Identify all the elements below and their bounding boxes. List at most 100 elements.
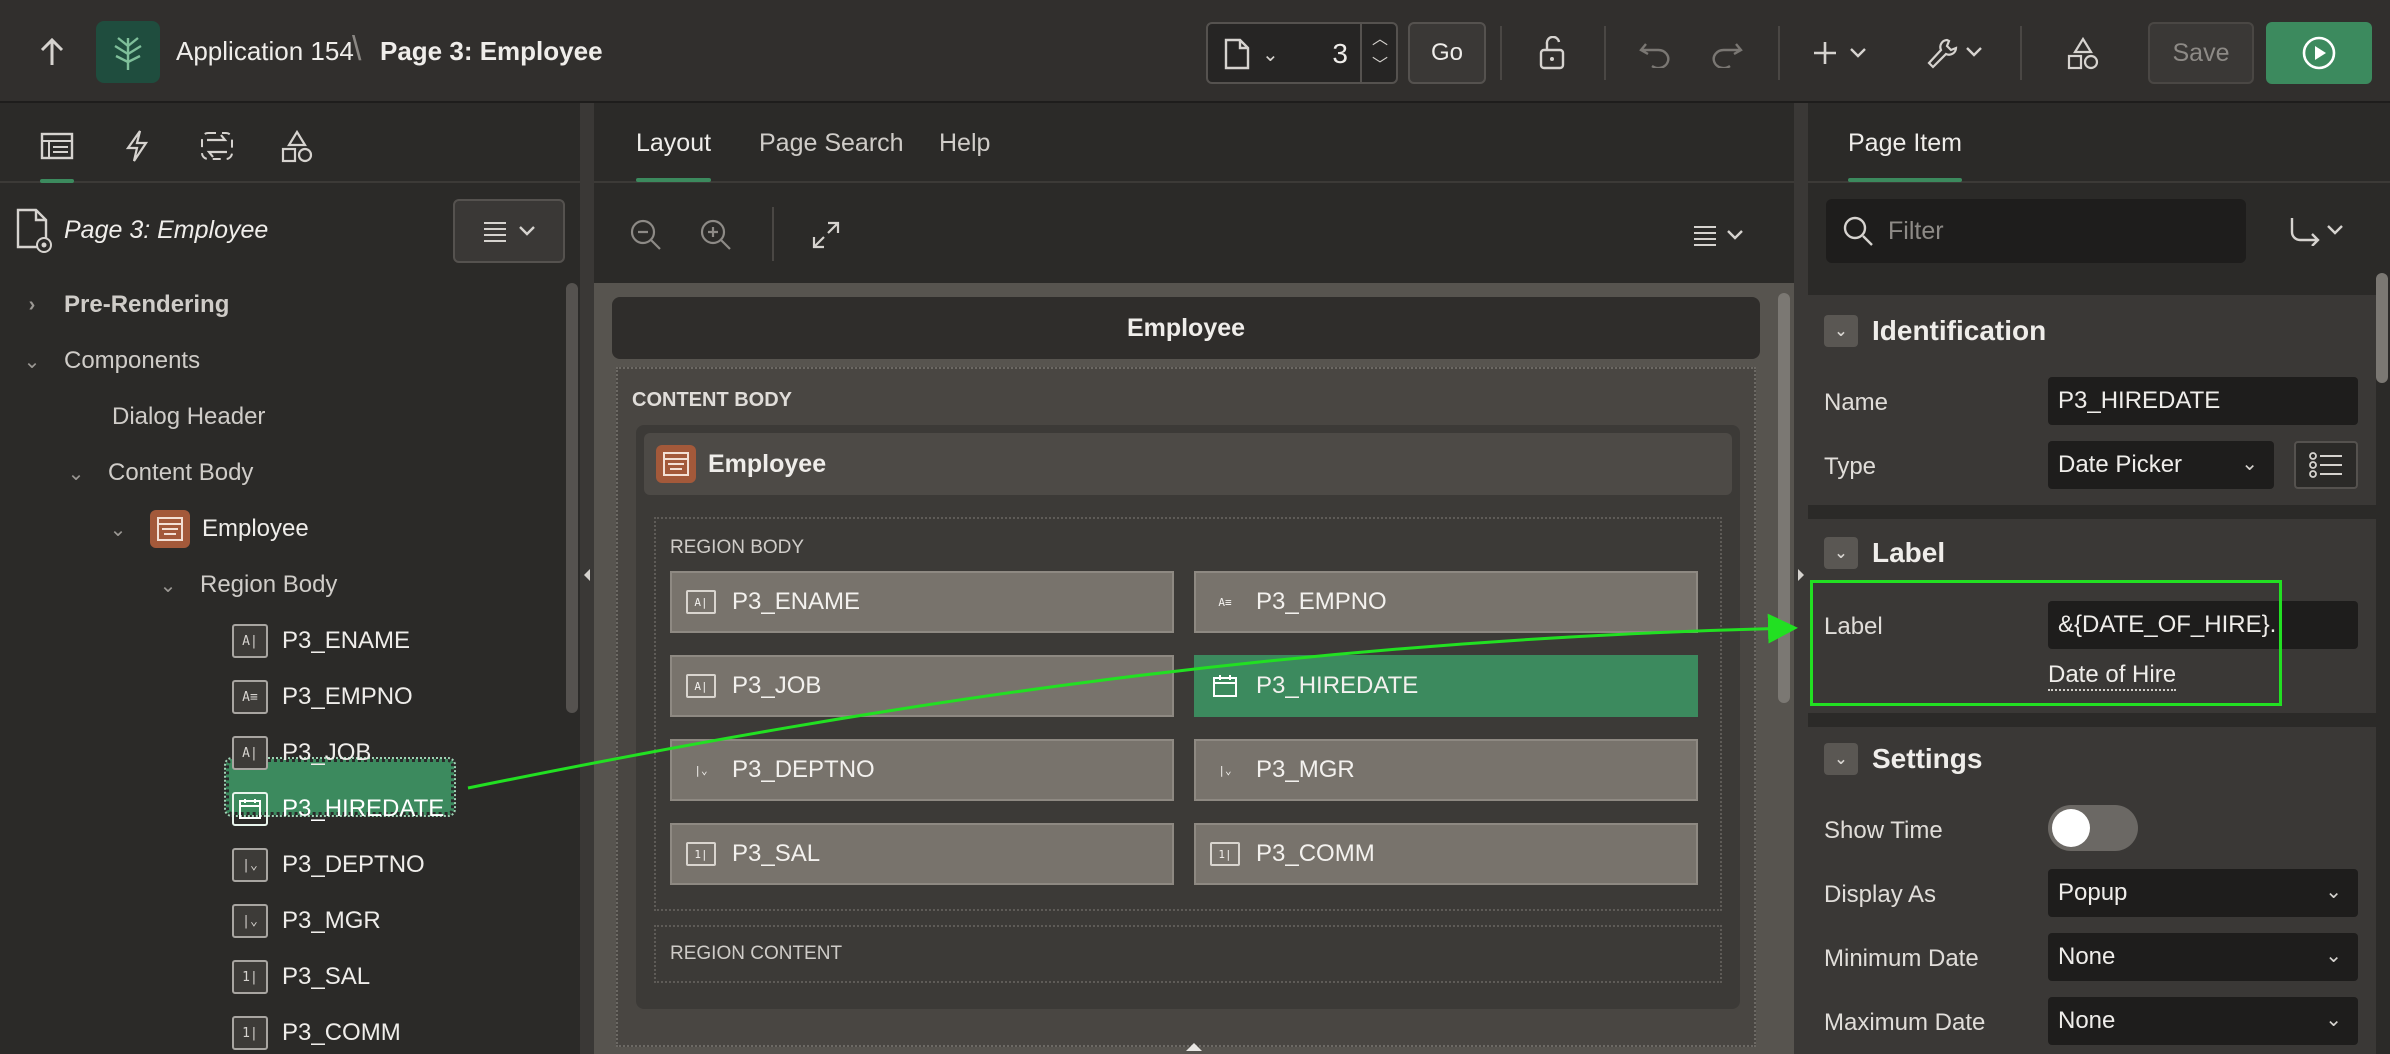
chevron-down-icon[interactable]: ⌄ [1824,537,1858,569]
page-selector[interactable]: ⌄ 3 ︿ ﹀ [1206,22,1398,84]
chevron-up-icon[interactable]: ︿ [1372,27,1388,53]
settings-header[interactable]: ⌄ Settings [1824,739,1982,779]
zoom-out-icon[interactable] [622,211,670,259]
chevron-right-icon[interactable]: › [20,294,44,317]
page-icon[interactable] [1224,38,1250,75]
show-time-toggle[interactable] [2048,805,2138,851]
tree-node-components[interactable]: ⌄ Components [20,339,200,383]
create-menu-button[interactable] [1808,28,1878,78]
expand-icon[interactable] [802,211,850,259]
go-button[interactable]: Go [1408,22,1486,84]
chevron-down-icon[interactable]: ⌄ [20,349,44,374]
region-body-slot[interactable]: REGION BODY A| P3_ENAME A≡ P3_EMPNO A| P… [654,517,1722,911]
right-splitter[interactable] [1794,103,1808,1054]
chevron-down-icon[interactable]: ⌄ [2325,879,2342,904]
type-list-button[interactable] [2294,441,2358,489]
page-number-stepper[interactable]: ︿ ﹀ [1360,24,1398,82]
property-scrollbar[interactable] [2376,273,2388,383]
tab-help[interactable]: Help [939,129,990,158]
type-select[interactable]: Date Picker ⌄ [2048,441,2274,489]
chevron-down-icon[interactable]: ﹀ [1372,53,1388,79]
property-filter[interactable] [1826,199,2246,263]
chevron-down-icon[interactable]: ⌄ [2325,1007,2342,1032]
maximum-date-select[interactable]: None ⌄ [2048,997,2358,1045]
undo-icon[interactable] [1630,28,1680,78]
left-splitter[interactable] [580,103,594,1054]
chevron-down-icon[interactable]: ⌄ [1262,42,1279,67]
tab-page-search[interactable]: Page Search [759,129,904,158]
up-arrow-icon[interactable] [30,30,74,74]
chevron-down-icon[interactable]: ⌄ [1824,743,1858,775]
layout-item-p3-comm[interactable]: 1| P3_COMM [1194,823,1698,885]
tree-node-employee[interactable]: ⌄ Employee [106,507,309,551]
canvas-scrollbar[interactable] [1778,293,1790,703]
layout-menu-button[interactable] [1690,211,1754,259]
region-content-slot[interactable]: REGION CONTENT [654,925,1722,983]
employee-region-header[interactable]: Employee [644,433,1732,495]
right-pane-tabs: Page Item [1808,103,2390,183]
app-name-link[interactable]: Application 154 [176,36,354,67]
layout-canvas[interactable]: Employee CONTENT BODY Employee REGION BO… [594,283,1794,1054]
unlock-icon[interactable] [1528,28,1578,78]
collapse-bottom-icon [1186,1043,1202,1051]
collapse-left-icon [584,569,590,581]
tab-page-item[interactable]: Page Item [1848,129,1962,182]
content-body-slot[interactable]: CONTENT BODY Employee REGION BODY A| P3_… [616,367,1756,1047]
shared-components-tab-icon[interactable] [272,121,322,171]
tab-layout[interactable]: Layout [636,129,712,182]
save-button[interactable]: Save [2148,22,2254,84]
dialog-header-region[interactable]: Employee [612,297,1760,359]
select-list-icon: |⌄ [232,848,268,882]
tree-page-label: Page 3: Employee [64,215,269,244]
tree-item-p3-empno[interactable]: A≡ P3_EMPNO [232,675,413,719]
run-page-button[interactable] [2266,22,2372,84]
left-scrollbar[interactable] [566,283,578,713]
tree-item-p3-ename[interactable]: A| P3_ENAME [232,619,410,663]
tree-node-region-body[interactable]: ⌄ Region Body [156,563,338,607]
chevron-down-icon[interactable]: ⌄ [64,461,88,486]
tree-menu-button[interactable] [453,199,565,263]
app-logo-icon[interactable] [96,21,160,83]
chevron-down-icon[interactable]: ⌄ [2325,943,2342,968]
page-number-input[interactable]: 3 [1308,38,1348,70]
identification-header[interactable]: ⌄ Identification [1824,311,2046,351]
layout-item-p3-empno[interactable]: A≡ P3_EMPNO [1194,571,1698,633]
filter-input[interactable] [1888,216,2228,246]
tree-item-p3-deptno[interactable]: |⌄ P3_DEPTNO [232,843,425,887]
display-as-select[interactable]: Popup ⌄ [2048,869,2358,917]
tree-item-p3-sal[interactable]: 1| P3_SAL [232,955,370,999]
layout-item-p3-job[interactable]: A| P3_JOB [670,655,1174,717]
chevron-down-icon[interactable]: ⌄ [156,573,180,598]
name-field[interactable]: P3_HIREDATE [2048,377,2358,425]
shared-components-icon[interactable] [2058,28,2108,78]
processing-tab-icon[interactable] [192,121,242,171]
dynamic-actions-tab-icon[interactable] [112,121,162,171]
tree-node-dialog-header[interactable]: Dialog Header [112,395,265,439]
layout-item-p3-sal[interactable]: 1| P3_SAL [670,823,1174,885]
number-field-icon: 1| [1210,842,1240,866]
chevron-down-icon[interactable]: ⌄ [106,517,130,542]
layout-item-p3-mgr[interactable]: |⌄ P3_MGR [1194,739,1698,801]
chevron-down-icon[interactable]: ⌄ [2241,451,2258,476]
chevron-down-icon[interactable]: ⌄ [1824,315,1858,347]
tree-item-p3-job[interactable]: A| P3_JOB [232,731,371,775]
layout-item-p3-hiredate[interactable]: P3_HIREDATE [1194,655,1698,717]
breadcrumb-separator: \ [352,30,362,68]
rendering-tab-icon[interactable] [32,121,82,183]
redo-icon[interactable] [1702,28,1752,78]
employee-region[interactable]: Employee REGION BODY A| P3_ENAME A≡ P3_E… [636,425,1740,1009]
layout-item-p3-deptno[interactable]: |⌄ P3_DEPTNO [670,739,1174,801]
utilities-menu-button[interactable] [1922,28,1994,78]
minimum-date-select[interactable]: None ⌄ [2048,933,2358,981]
go-to-group-button[interactable] [2278,205,2358,257]
tree-page-root[interactable]: Page 3: Employee [14,207,268,253]
tree-node-content-body[interactable]: ⌄ Content Body [64,451,254,495]
display-only-icon: A≡ [1218,595,1232,609]
label-header[interactable]: ⌄ Label [1824,533,1945,573]
zoom-in-icon[interactable] [692,211,740,259]
layout-item-p3-ename[interactable]: A| P3_ENAME [670,571,1174,633]
tree-item-p3-hiredate[interactable]: P3_HIREDATE [232,787,444,831]
tree-node-pre-rendering[interactable]: › Pre-Rendering [20,283,230,327]
tree-item-p3-mgr[interactable]: |⌄ P3_MGR [232,899,381,943]
tree-item-p3-comm[interactable]: 1| P3_COMM [232,1011,401,1054]
